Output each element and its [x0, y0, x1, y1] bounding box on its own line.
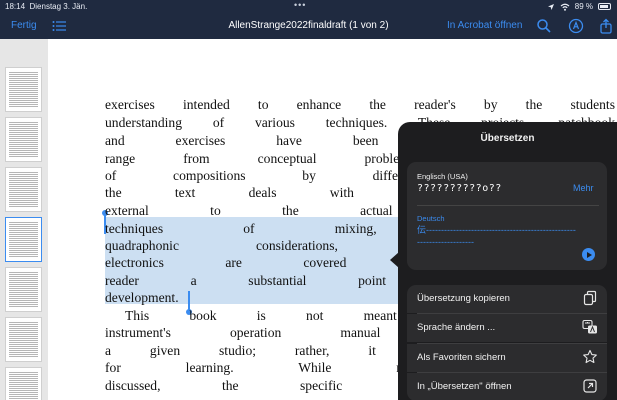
- copy-translation-button[interactable]: Übersetzung kopieren: [407, 285, 607, 313]
- document-title: AllenStrange2022finaldraft (1 von 2): [228, 20, 389, 31]
- multitasking-dots[interactable]: •••: [294, 0, 306, 10]
- change-language-button[interactable]: Sprache ändern ...: [407, 314, 607, 342]
- page-thumbnail[interactable]: [5, 167, 42, 212]
- search-icon[interactable]: [536, 18, 552, 34]
- action-label: Sprache ändern ...: [417, 322, 496, 333]
- page-thumbnail[interactable]: [5, 267, 42, 312]
- translated-text: 伝---------------------------------------…: [417, 225, 576, 247]
- page-thumbnail[interactable]: [5, 367, 42, 400]
- translate-popover: Übersetzen Englisch (USA) ??????????o?? …: [398, 122, 617, 400]
- more-button[interactable]: Mehr: [573, 183, 594, 193]
- action-label: In „Übersetzen" öffnen: [417, 381, 512, 392]
- card-divider: [417, 205, 599, 206]
- open-external-icon: [583, 379, 597, 393]
- status-right: 89 %: [547, 2, 611, 11]
- share-icon[interactable]: [598, 18, 614, 34]
- markup-icon[interactable]: [568, 18, 584, 34]
- open-in-acrobat-button[interactable]: In Acrobat öffnen: [447, 20, 522, 31]
- page-thumbnails: [0, 39, 48, 400]
- action-label: Übersetzung kopieren: [417, 293, 510, 304]
- star-icon: [583, 349, 597, 364]
- language-icon: [582, 319, 597, 334]
- page-thumbnail[interactable]: [5, 317, 42, 362]
- source-text: ??????????o??: [417, 183, 502, 194]
- action-label: Als Favoriten sichern: [417, 352, 506, 363]
- source-language: Englisch (USA): [417, 172, 468, 181]
- text-line: exercises intended to enhance the reader…: [105, 97, 615, 112]
- page-thumbnail[interactable]: [5, 67, 42, 112]
- translation-card: Englisch (USA) ??????????o?? Mehr Deutsc…: [407, 162, 607, 270]
- navigation-bar: Fertig AllenStrange2022finaldraft (1 von…: [0, 14, 617, 39]
- status-bar: 18:14 Dienstag 3. Jän. ••• 89 %: [0, 0, 617, 14]
- copy-icon: [583, 290, 597, 306]
- play-icon[interactable]: [582, 248, 595, 261]
- battery-percent: 89 %: [574, 2, 593, 11]
- page-thumbnail[interactable]: [5, 217, 42, 262]
- target-language: Deutsch: [417, 214, 445, 223]
- wifi-icon: [560, 3, 570, 11]
- open-in-translate-button[interactable]: In „Übersetzen" öffnen: [407, 373, 607, 400]
- save-favorite-button[interactable]: Als Favoriten sichern: [407, 344, 607, 372]
- location-icon: [547, 3, 554, 10]
- battery-icon: [598, 3, 611, 10]
- popover-title: Übersetzen: [480, 133, 535, 144]
- status-time: 18:14 Dienstag 3. Jän.: [5, 2, 88, 11]
- page-thumbnail[interactable]: [5, 117, 42, 162]
